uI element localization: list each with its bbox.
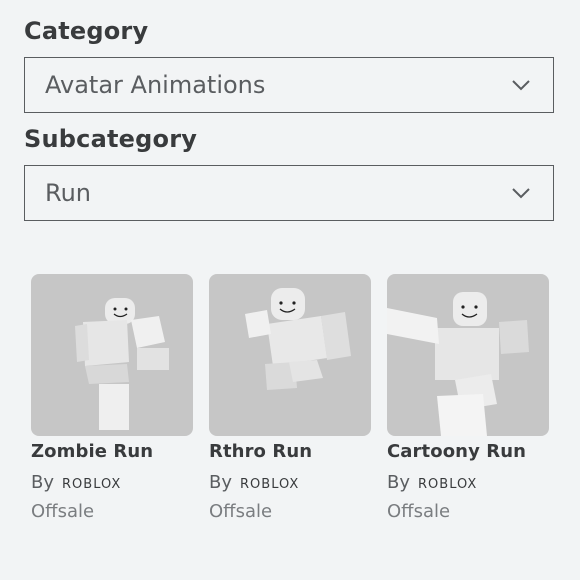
subcategory-label: Subcategory — [24, 125, 198, 153]
item-name[interactable]: Rthro Run — [209, 441, 371, 462]
item-name[interactable]: Zombie Run — [31, 441, 193, 462]
item-card-rthro-run[interactable]: Rthro Run By ROBLOX Offsale — [209, 274, 371, 522]
by-label: By — [31, 472, 55, 493]
item-name[interactable]: Cartoony Run — [387, 441, 549, 462]
creator-link[interactable]: ROBLOX — [418, 477, 477, 492]
item-card-zombie-run[interactable]: Zombie Run By ROBLOX Offsale — [31, 274, 193, 522]
by-label: By — [387, 472, 411, 493]
category-label: Category — [24, 17, 149, 45]
item-price-status: Offsale — [31, 501, 95, 522]
subcategory-dropdown[interactable]: Run — [24, 165, 554, 221]
item-card-cartoony-run[interactable]: Cartoony Run By ROBLOX Offsale — [387, 274, 549, 522]
item-creator: By ROBLOX — [387, 472, 549, 493]
item-creator: By ROBLOX — [209, 472, 371, 493]
cartoony-run-avatar-image — [387, 292, 529, 436]
chevron-down-icon — [512, 80, 530, 91]
item-price-status: Offsale — [387, 501, 451, 522]
item-thumbnail[interactable] — [209, 274, 371, 436]
creator-link[interactable]: ROBLOX — [240, 477, 299, 492]
rthro-run-avatar-image — [245, 288, 351, 390]
zombie-run-avatar-image — [75, 298, 169, 430]
chevron-down-icon — [512, 188, 530, 199]
category-dropdown[interactable]: Avatar Animations — [24, 57, 554, 113]
item-creator: By ROBLOX — [31, 472, 193, 493]
category-selected-value: Avatar Animations — [45, 71, 266, 99]
item-thumbnail[interactable] — [387, 274, 549, 436]
item-thumbnail[interactable] — [31, 274, 193, 436]
by-label: By — [209, 472, 233, 493]
creator-link[interactable]: ROBLOX — [62, 477, 121, 492]
item-price-status: Offsale — [209, 501, 273, 522]
subcategory-selected-value: Run — [45, 179, 92, 207]
